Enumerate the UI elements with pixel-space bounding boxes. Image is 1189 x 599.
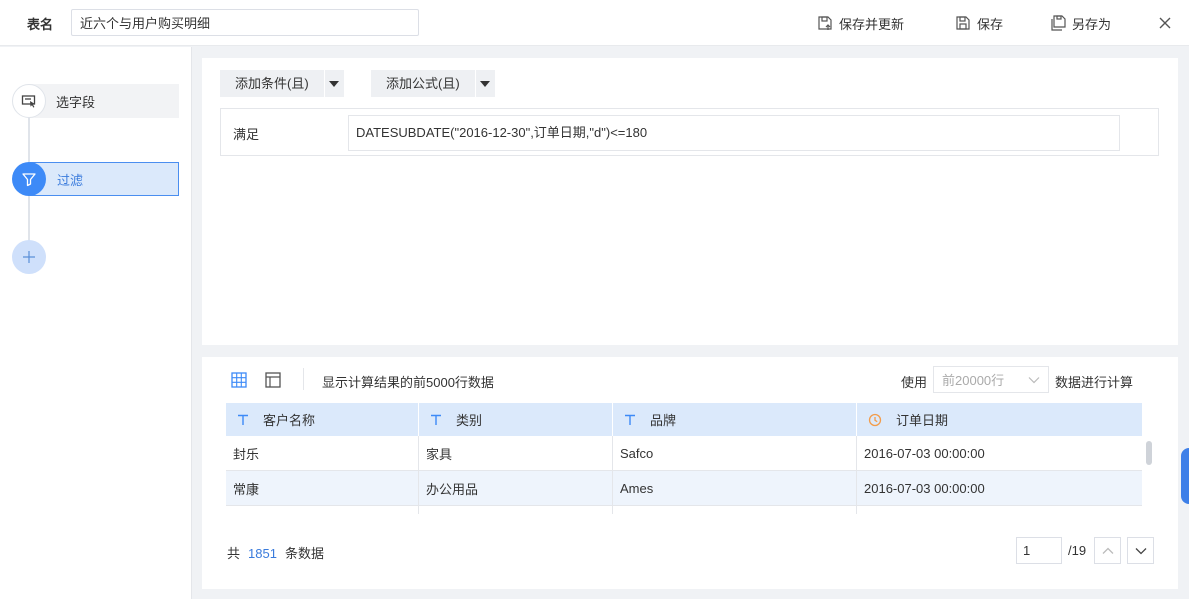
step-select-field-label: 选字段 xyxy=(56,94,96,110)
condition-row: 满足 DATESUBDATE("2016-12-30",订单日期,"d")<=1… xyxy=(220,108,1159,156)
table-cell: 2016-07-03 00:00:00 xyxy=(864,445,985,461)
total-count-value: 1851 xyxy=(248,546,277,561)
chevron-down-icon xyxy=(1135,547,1146,554)
next-page-button[interactable] xyxy=(1127,537,1154,564)
table-cell: 家具 xyxy=(419,436,613,470)
use-label: 使用 xyxy=(901,375,928,390)
preview-description: 显示计算结果的前5000行数据 xyxy=(322,375,494,390)
calc-label: 数据进行计算 xyxy=(1055,375,1134,390)
total-count: 共 1851 条数据 xyxy=(227,546,324,561)
row-limit-select[interactable]: 前20000行 xyxy=(933,366,1049,393)
caret-down-icon[interactable] xyxy=(323,70,344,97)
save-and-update-button[interactable]: 保存并更新 xyxy=(817,13,904,33)
clock-icon xyxy=(868,413,882,426)
table-cell: Ames xyxy=(613,471,857,505)
table-row[interactable]: 封乐 家具 Safco 2016-07-03 00:00:00 xyxy=(226,436,1142,471)
add-condition-label: 添加条件(且) xyxy=(235,76,309,91)
chevron-up-icon xyxy=(1102,547,1113,554)
table-row[interactable]: 常康 办公用品 Ames 2016-07-03 00:00:00 xyxy=(226,471,1142,506)
table-cell: Safco xyxy=(613,436,857,470)
scrollbar-thumb[interactable] xyxy=(1146,441,1152,465)
save-icon xyxy=(956,16,970,30)
step-filter-label: 过滤 xyxy=(57,172,84,188)
table-cell: 办公用品 xyxy=(419,471,613,505)
save-and-update-label: 保存并更新 xyxy=(839,16,905,32)
add-condition-button[interactable]: 添加条件(且) xyxy=(220,70,344,97)
save-as-icon xyxy=(1051,15,1066,31)
page-total: /19 xyxy=(1068,543,1087,558)
top-header: 表名 保存并更新 保存 另存为 xyxy=(0,0,1189,46)
prev-page-button[interactable] xyxy=(1094,537,1121,564)
page-number-input[interactable]: 1 xyxy=(1016,537,1062,564)
column-header[interactable]: 客户名称 xyxy=(226,403,419,436)
formula-input[interactable]: DATESUBDATE("2016-12-30",订单日期,"d")<=180 xyxy=(348,115,1120,151)
grid-view-icon[interactable] xyxy=(230,371,248,389)
step-filter[interactable]: 过滤 xyxy=(30,162,179,196)
add-formula-label: 添加公式(且) xyxy=(386,76,460,91)
close-icon[interactable] xyxy=(1157,15,1173,31)
layout-view-icon[interactable] xyxy=(264,371,282,389)
table-cell xyxy=(226,506,419,514)
table-cell: 封乐 xyxy=(226,436,419,470)
data-preview-panel: 显示计算结果的前5000行数据 使用 前20000行 数据进行计算 客户名称 类… xyxy=(202,357,1178,589)
table-row[interactable] xyxy=(226,506,1142,514)
row-limit-value: 前20000行 xyxy=(942,373,1005,388)
column-header[interactable]: 类别 xyxy=(419,403,613,436)
column-header[interactable]: 品牌 xyxy=(613,403,857,436)
save-as-button[interactable]: 另存为 xyxy=(1050,13,1111,33)
save-button[interactable]: 保存 xyxy=(955,13,1003,33)
add-step-icon[interactable] xyxy=(12,240,46,274)
add-formula-button[interactable]: 添加公式(且) xyxy=(371,70,495,97)
text-type-icon xyxy=(238,414,248,425)
preview-table: 客户名称 类别 品牌 订单日期 封乐 家具 Safco 2016-07-03 0… xyxy=(226,403,1156,514)
filter-icon xyxy=(12,162,46,196)
table-cell xyxy=(613,506,857,514)
table-name-label: 表名 xyxy=(27,17,54,32)
save-as-label: 另存为 xyxy=(1072,16,1112,32)
table-cell: 2016-07-03 00:00:00 xyxy=(864,480,985,496)
condition-label: 满足 xyxy=(233,127,260,142)
save-update-icon xyxy=(818,16,832,30)
table-name-input[interactable] xyxy=(71,9,419,36)
chevron-down-icon xyxy=(1028,376,1040,383)
toolbar-divider xyxy=(303,368,304,390)
table-cell xyxy=(857,506,1142,514)
column-header[interactable]: 订单日期 xyxy=(857,403,1142,436)
text-type-icon xyxy=(431,414,441,425)
table-scrollbar[interactable] xyxy=(1144,436,1154,514)
table-header: 客户名称 类别 品牌 订单日期 xyxy=(226,403,1142,436)
caret-down-icon[interactable] xyxy=(474,70,495,97)
filter-panel: 添加条件(且) 添加公式(且) 满足 DATESUBDATE("2016-12-… xyxy=(202,58,1178,345)
table-cell xyxy=(419,506,613,514)
text-type-icon xyxy=(625,414,635,425)
floating-assistant-handle[interactable] xyxy=(1181,448,1189,504)
step-sidebar: 选字段 过滤 xyxy=(0,47,192,599)
table-cell: 常康 xyxy=(226,471,419,505)
select-field-icon xyxy=(12,84,46,118)
step-select-field[interactable]: 选字段 xyxy=(30,84,179,118)
save-label: 保存 xyxy=(977,16,1004,32)
